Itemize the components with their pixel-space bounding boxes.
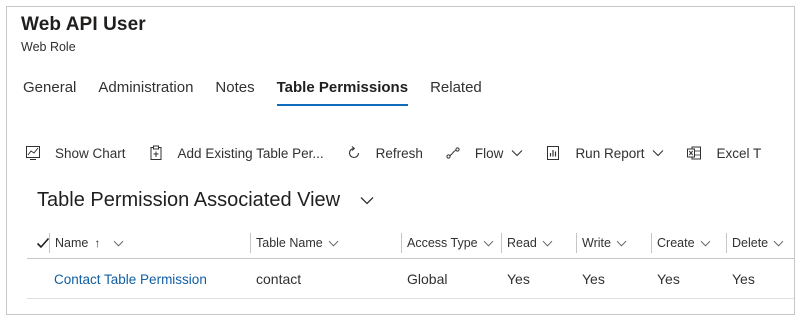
column-header-delete[interactable]: Delete — [726, 227, 784, 259]
column-divider — [726, 233, 727, 253]
column-header-access-type[interactable]: Access Type — [401, 227, 494, 259]
column-header-create[interactable]: Create — [651, 227, 711, 259]
chevron-down-icon — [700, 240, 711, 247]
column-divider — [501, 233, 502, 253]
chevron-down-icon — [328, 240, 339, 247]
column-divider — [576, 233, 577, 253]
refresh-button[interactable]: Refresh — [346, 145, 423, 161]
excel-templates-button[interactable]: Excel T — [686, 145, 761, 161]
record-name-link[interactable]: Contact Table Permission — [54, 259, 207, 299]
view-title: Table Permission Associated View — [37, 189, 341, 211]
chevron-down-icon — [360, 196, 374, 205]
tab-administration[interactable]: Administration — [98, 79, 193, 107]
column-header-label: Table Name — [256, 236, 323, 250]
record-entity-type: Web Role — [21, 40, 76, 54]
tab-related[interactable]: Related — [430, 79, 482, 107]
column-header-label: Write — [582, 236, 611, 250]
column-header-read[interactable]: Read — [501, 227, 553, 259]
cell-table-name: contact — [256, 271, 302, 287]
chevron-down-icon — [511, 149, 523, 157]
add-existing-button[interactable]: Add Existing Table Per... — [148, 145, 324, 161]
sort-ascending-icon: ↑ — [94, 236, 101, 250]
associated-grid: Name ↑ Table Name Access Type Read Write… — [27, 227, 794, 299]
column-header-table-name[interactable]: Table Name — [250, 227, 339, 259]
column-divider — [49, 233, 50, 253]
add-existing-icon — [148, 145, 164, 161]
cell-read: Yes — [507, 271, 530, 287]
refresh-icon — [346, 145, 362, 161]
report-icon — [545, 145, 561, 161]
chevron-down-icon — [773, 240, 784, 247]
cell-delete: Yes — [732, 271, 755, 287]
cell-create: Yes — [657, 271, 680, 287]
column-header-name[interactable]: Name ↑ — [49, 227, 124, 259]
cell-write: Yes — [582, 271, 605, 287]
flow-button[interactable]: Flow — [445, 145, 524, 161]
cell-access-type: Global — [407, 271, 448, 287]
add-existing-label: Add Existing Table Per... — [177, 145, 324, 161]
column-divider — [250, 233, 251, 253]
flow-icon — [445, 145, 461, 161]
column-header-label: Name — [55, 236, 89, 250]
show-chart-label: Show Chart — [55, 145, 126, 161]
form-tabs: General Administration Notes Table Permi… — [23, 79, 504, 109]
tab-table-permissions[interactable]: Table Permissions — [276, 79, 409, 107]
tab-notes[interactable]: Notes — [215, 79, 254, 107]
chevron-down-icon — [616, 240, 627, 247]
command-bar: Show Chart Add Existing Table Per... Ref… — [25, 141, 783, 165]
chart-icon — [25, 145, 41, 161]
chevron-down-icon — [483, 240, 494, 247]
excel-templates-label: Excel T — [716, 145, 762, 161]
column-header-label: Create — [657, 236, 695, 250]
tab-general[interactable]: General — [23, 79, 76, 107]
column-header-write[interactable]: Write — [576, 227, 627, 259]
refresh-label: Refresh — [375, 145, 423, 161]
flow-label: Flow — [474, 145, 504, 161]
column-divider — [401, 233, 402, 253]
column-divider — [651, 233, 652, 253]
chevron-down-icon — [113, 240, 124, 247]
view-selector[interactable]: Table Permission Associated View — [37, 189, 374, 212]
record-title: Web API User — [21, 14, 146, 35]
main-form: Web API User Web Role General Administra… — [6, 6, 795, 315]
chevron-down-icon — [542, 240, 553, 247]
column-header-label: Delete — [732, 236, 769, 250]
table-row[interactable]: Contact Table Permission contact Global … — [27, 259, 794, 299]
show-chart-button[interactable]: Show Chart — [25, 145, 126, 161]
run-report-label: Run Report — [575, 145, 645, 161]
excel-icon — [686, 145, 702, 161]
column-header-label: Read — [507, 236, 537, 250]
grid-header-row: Name ↑ Table Name Access Type Read Write… — [27, 227, 794, 259]
chevron-down-icon — [652, 149, 664, 157]
column-header-label: Access Type — [407, 236, 478, 250]
run-report-button[interactable]: Run Report — [545, 145, 664, 161]
